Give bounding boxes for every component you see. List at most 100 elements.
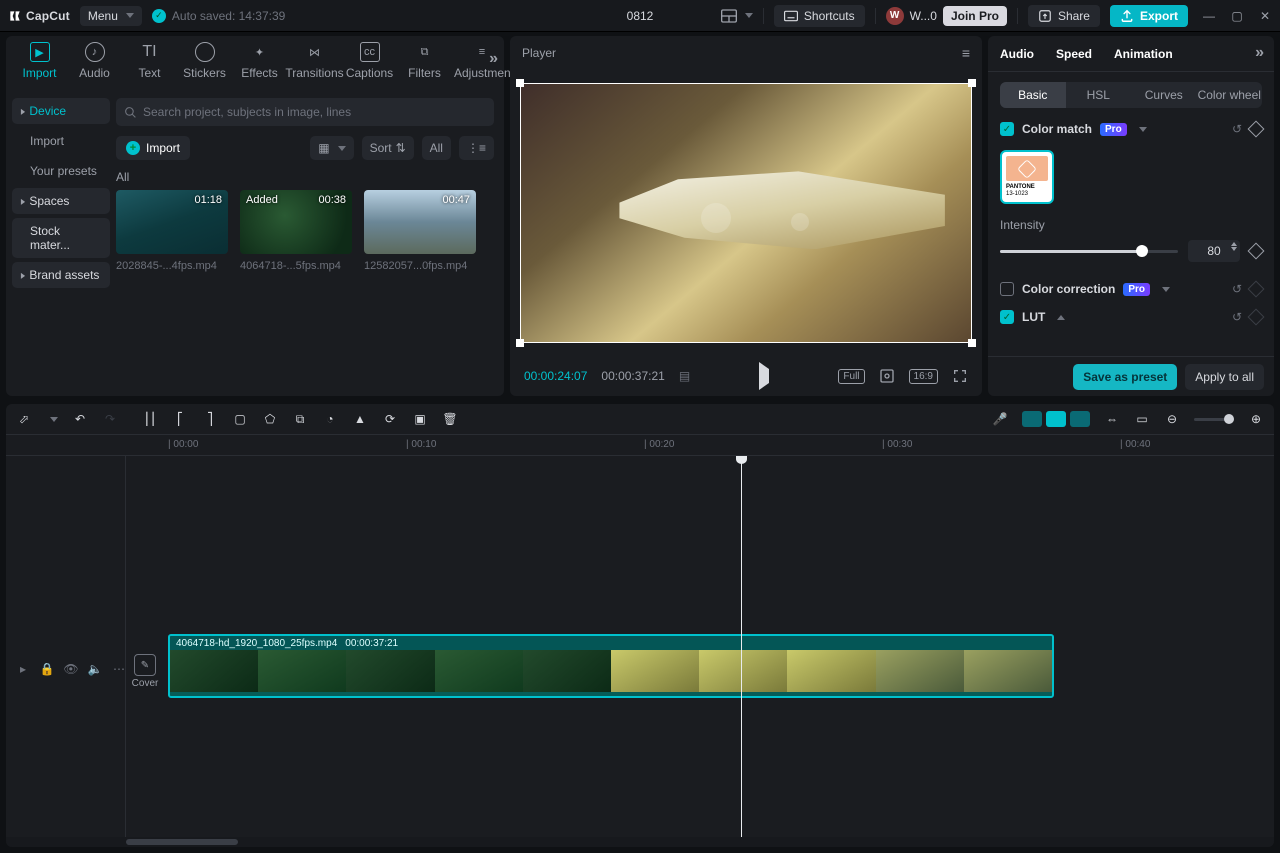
checkbox-on-icon[interactable]: ✓ [1000, 122, 1014, 136]
speed-button[interactable]: ◔ [322, 411, 338, 427]
export-button[interactable]: Export [1110, 5, 1188, 27]
snap-toggles[interactable] [1022, 411, 1090, 427]
chevron-down-icon[interactable] [1057, 315, 1065, 320]
layout-button[interactable] [721, 9, 753, 23]
slider-thumb[interactable] [1136, 245, 1148, 257]
zoom-fit-button[interactable]: ▭ [1134, 411, 1150, 427]
share-button[interactable]: Share [1028, 5, 1100, 27]
handle-icon[interactable] [516, 79, 524, 87]
subtab-hsl[interactable]: HSL [1066, 82, 1132, 108]
user-chip[interactable]: W W...0 Join Pro [886, 6, 1007, 26]
media-search[interactable]: Search project, subjects in image, lines [116, 98, 494, 126]
filter-button[interactable]: ⋮≡ [459, 136, 494, 160]
nav-presets[interactable]: Your presets [12, 158, 110, 184]
pantone-swatch[interactable]: PANTONE13-1023 [1000, 150, 1054, 204]
chevron-down-icon[interactable] [1162, 287, 1170, 292]
minimize-button[interactable]: — [1202, 9, 1216, 23]
handle-icon[interactable] [968, 79, 976, 87]
mic-button[interactable]: 🎤 [992, 411, 1008, 427]
shortcuts-button[interactable]: Shortcuts [774, 5, 865, 27]
zoom-slider[interactable] [1194, 418, 1234, 421]
undo-button[interactable]: ↶ [72, 411, 88, 427]
media-item[interactable]: 00:47 12582057...0fps.mp4 [364, 190, 476, 272]
rtab-speed[interactable]: Speed [1056, 47, 1092, 61]
track-lock-icon[interactable]: 🔒 [40, 662, 54, 676]
media-item[interactable]: Added00:38 4064718-...5fps.mp4 [240, 190, 352, 272]
player-menu-button[interactable]: ≡ [962, 45, 970, 61]
tab-adjustment[interactable]: ≡Adjustment [452, 42, 512, 80]
stepper-icon[interactable] [1231, 242, 1237, 251]
zoom-out-button[interactable]: ⊖ [1164, 411, 1180, 427]
duplicate-button[interactable]: ⧉ [292, 411, 308, 427]
media-item[interactable]: 01:18 2028845-...4fps.mp4 [116, 190, 228, 272]
trim-right-button[interactable]: ⎤ [202, 411, 218, 427]
tab-captions[interactable]: ccCaptions [342, 42, 397, 80]
menu-button[interactable]: Menu [80, 6, 142, 26]
rtab-animation[interactable]: Animation [1114, 47, 1173, 61]
reset-button[interactable]: ↺ [1232, 310, 1242, 324]
crop-button[interactable]: ▢ [232, 411, 248, 427]
mirror-button[interactable]: ▲ [352, 411, 368, 427]
nav-device[interactable]: ▸ Device [12, 98, 110, 124]
fullscreen-button[interactable] [952, 368, 968, 384]
timeline-scrollbar[interactable] [6, 837, 1274, 847]
pointer-tool[interactable]: ⬀ [16, 411, 32, 427]
import-button[interactable]: + Import [116, 136, 190, 160]
chevron-down-icon[interactable] [50, 417, 58, 422]
tab-effects[interactable]: ✦Effects [232, 42, 287, 80]
handle-icon[interactable] [968, 339, 976, 347]
tab-stickers[interactable]: Stickers [177, 42, 232, 80]
safezone-button[interactable] [879, 368, 895, 384]
nav-stock[interactable]: Stock mater... [12, 218, 110, 258]
rotate-button[interactable]: ⟳ [382, 411, 398, 427]
tabs-more-icon[interactable]: » [489, 50, 498, 68]
apply-all-button[interactable]: Apply to all [1185, 364, 1264, 390]
subtab-curves[interactable]: Curves [1131, 82, 1197, 108]
keyframe-icon[interactable] [1248, 243, 1265, 260]
ratio-badge[interactable]: 16:9 [909, 369, 938, 384]
tab-transitions[interactable]: ⋈Transitions [287, 42, 342, 80]
reset-button[interactable]: ↺ [1232, 122, 1242, 136]
zoom-in-button[interactable]: ⊕ [1248, 411, 1264, 427]
split-button[interactable]: ⎮⎮ [142, 411, 158, 427]
save-preset-button[interactable]: Save as preset [1073, 364, 1177, 390]
playhead[interactable] [741, 456, 742, 837]
intensity-value[interactable]: 80 [1188, 240, 1240, 262]
play-button[interactable] [759, 369, 769, 383]
redo-button[interactable]: ↷ [102, 411, 118, 427]
subtab-colorwheel[interactable]: Color wheel [1197, 82, 1263, 108]
cover-button[interactable]: ✎ Cover [128, 654, 162, 689]
trim-left-button[interactable]: ⎡ [172, 411, 188, 427]
filter-all-button[interactable]: All [422, 136, 451, 160]
timeline-clip[interactable]: 4064718-hd_1920_1080_25fps.mp4 00:00:37:… [168, 634, 1054, 698]
track-more-icon[interactable]: ⋯ [112, 662, 126, 676]
delete-button[interactable]: 🗑 [442, 411, 458, 427]
nav-brand[interactable]: ▸ Brand assets [12, 262, 110, 288]
view-mode-button[interactable]: ▦ [310, 136, 353, 160]
checkbox-on-icon[interactable]: ✓ [1000, 310, 1014, 324]
timeline-tracks[interactable]: ▸ 🔒 👁 🔈 ⋯ ✎ Cover 4064718-hd_1920_1080_2… [6, 456, 1274, 837]
handle-icon[interactable] [516, 339, 524, 347]
track-visible-icon[interactable]: 👁 [64, 662, 78, 676]
tab-import[interactable]: ▶Import [12, 42, 67, 80]
track-mute-icon[interactable]: 🔈 [88, 662, 102, 676]
nav-spaces[interactable]: ▸ Spaces [12, 188, 110, 214]
keyframe-icon[interactable] [1248, 121, 1265, 138]
mask-button[interactable]: ⬠ [262, 411, 278, 427]
time-ruler[interactable]: | 00:00 | 00:10 | 00:20 | 00:30 | 00:40 [6, 434, 1274, 456]
track-add-icon[interactable]: ▸ [16, 662, 30, 676]
intensity-slider[interactable] [1000, 250, 1178, 253]
keyframe-icon[interactable] [1248, 309, 1265, 326]
player-viewport[interactable] [520, 83, 972, 343]
close-button[interactable]: ✕ [1258, 9, 1272, 23]
sort-button[interactable]: Sort ⇅ [362, 136, 414, 160]
maximize-button[interactable]: ▢ [1230, 9, 1244, 23]
rtab-audio[interactable]: Audio [1000, 47, 1034, 61]
full-badge[interactable]: Full [838, 369, 864, 384]
tab-text[interactable]: TIText [122, 42, 177, 80]
nav-import[interactable]: Import [12, 128, 110, 154]
list-toggle[interactable]: ▤ [679, 369, 690, 383]
frame-button[interactable]: ▣ [412, 411, 428, 427]
auto-align-button[interactable]: ⇔ [1104, 411, 1120, 427]
expand-icon[interactable]: » [1255, 44, 1264, 62]
